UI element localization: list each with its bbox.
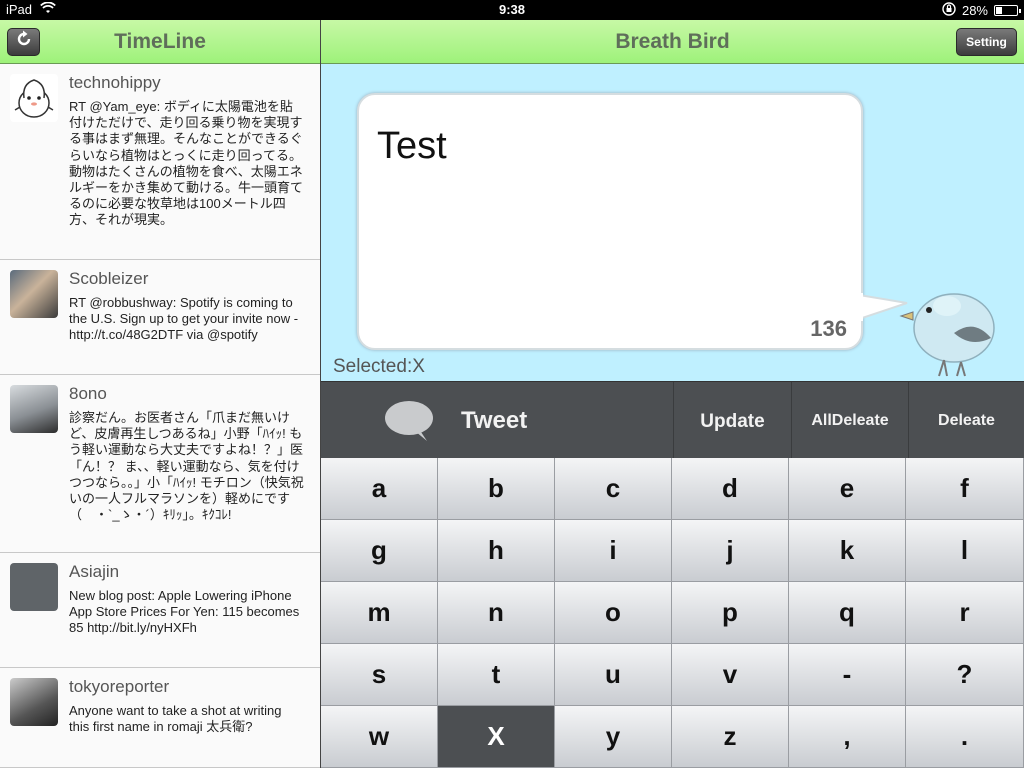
tweet-text: New blog post: Apple Lowering iPhone App… <box>69 588 300 636</box>
key-d[interactable]: d <box>672 458 789 520</box>
composer-pane: Breath Bird Setting Test 136 Selected:X … <box>321 20 1024 768</box>
avatar <box>10 385 58 433</box>
status-bar: iPad 9:38 28% <box>0 0 1024 20</box>
tweet-item[interactable]: Scobleizer RT @robbushway: Spotify is co… <box>0 260 320 375</box>
key-,[interactable]: , <box>789 706 906 768</box>
timeline-title: TimeLine <box>114 30 206 53</box>
orientation-lock-icon <box>942 2 956 19</box>
key-z[interactable]: z <box>672 706 789 768</box>
tweet-input-text[interactable]: Test <box>377 125 447 168</box>
tweet-username: Scobleizer <box>69 269 149 288</box>
key-o[interactable]: o <box>555 582 672 644</box>
key-c[interactable]: c <box>555 458 672 520</box>
avatar <box>10 270 58 318</box>
character-count: 136 <box>810 316 847 341</box>
key-u[interactable]: u <box>555 644 672 706</box>
selected-key-label: Selected:X <box>333 356 425 377</box>
key-f[interactable]: f <box>906 458 1024 520</box>
key-a[interactable]: a <box>321 458 438 520</box>
key-v[interactable]: v <box>672 644 789 706</box>
key-p[interactable]: p <box>672 582 789 644</box>
tweet-text: RT @Yam_eye: ボディに太陽電池を貼付けただけで、走り回る乗り物を実現… <box>69 99 304 228</box>
action-bar: Tweet Update AllDeleate Deleate <box>321 381 1024 459</box>
tweet-username: tokyoreporter <box>69 677 170 696</box>
key-j[interactable]: j <box>672 520 789 582</box>
avatar <box>10 563 58 611</box>
update-button[interactable]: Update <box>673 382 791 459</box>
key-q[interactable]: q <box>789 582 906 644</box>
tweet-item[interactable]: 8ono 診察だん。お医者さん「爪まだ無いけど、皮膚再生しつあるね」小野「ﾊｲｯ… <box>0 375 320 553</box>
key--[interactable]: - <box>789 644 906 706</box>
app-title: Breath Bird <box>615 30 730 53</box>
key-t[interactable]: t <box>438 644 555 706</box>
key-w[interactable]: w <box>321 706 438 768</box>
key-k[interactable]: k <box>789 520 906 582</box>
key-i[interactable]: i <box>555 520 672 582</box>
avatar <box>10 678 58 726</box>
tweet-text: RT @robbushway: Spotify is coming to the… <box>69 295 299 343</box>
character-keyboard: a b c d e f g h i j k l m n o p q r s t u v -? w Xy z,. <box>321 458 1024 768</box>
key-e[interactable]: e <box>789 458 906 520</box>
status-time: 9:38 <box>498 2 526 17</box>
battery-percent: 28% <box>961 3 988 18</box>
tweet-text: 診察だん。お医者さん「爪まだ無いけど、皮膚再生しつあるね」小野「ﾊｲｯ! もう軽… <box>69 410 304 523</box>
timeline-pane: TimeLine technohippy RT @Yam_eye: ボディに太陽… <box>0 20 320 768</box>
tweet-list: technohippy RT @Yam_eye: ボディに太陽電池を貼付けただけ… <box>0 64 320 768</box>
delete-button[interactable]: Deleate <box>908 382 1024 459</box>
avatar <box>10 74 58 122</box>
tweet-button-label: Tweet <box>461 407 528 434</box>
key-?[interactable]: ? <box>906 644 1024 706</box>
bird-icon <box>899 293 995 377</box>
tweet-button[interactable]: Tweet <box>321 382 673 459</box>
composer-header: Breath Bird Setting <box>321 20 1024 64</box>
key-n[interactable]: n <box>438 582 555 644</box>
key-.[interactable]: . <box>906 706 1024 768</box>
tweet-item[interactable]: technohippy RT @Yam_eye: ボディに太陽電池を貼付けただけ… <box>0 64 320 260</box>
tweet-username: technohippy <box>69 73 161 92</box>
key-y[interactable]: y <box>555 706 672 768</box>
battery-icon <box>994 5 1021 16</box>
tweet-item[interactable]: tokyoreporter Anyone want to take a shot… <box>0 668 320 768</box>
key-l[interactable]: l <box>906 520 1024 582</box>
tweet-bubble[interactable]: Test 136 <box>357 93 863 350</box>
tweet-text: Anyone want to take a shot at writing th… <box>69 703 282 735</box>
key-b[interactable]: b <box>438 458 555 520</box>
key-g[interactable]: g <box>321 520 438 582</box>
tweet-username: 8ono <box>69 384 107 403</box>
tweet-item[interactable]: Asiajin New blog post: Apple Lowering iP… <box>0 553 320 668</box>
setting-button[interactable]: Setting <box>956 28 1017 56</box>
key-s[interactable]: s <box>321 644 438 706</box>
key-h[interactable]: h <box>438 520 555 582</box>
key-m[interactable]: m <box>321 582 438 644</box>
all-delete-button[interactable]: AllDeleate <box>791 382 908 459</box>
speech-bubble-icon <box>385 401 433 441</box>
timeline-header: TimeLine <box>0 20 320 64</box>
key-r[interactable]: r <box>906 582 1024 644</box>
key-X[interactable]: X <box>438 706 555 768</box>
tweet-username: Asiajin <box>69 562 120 581</box>
